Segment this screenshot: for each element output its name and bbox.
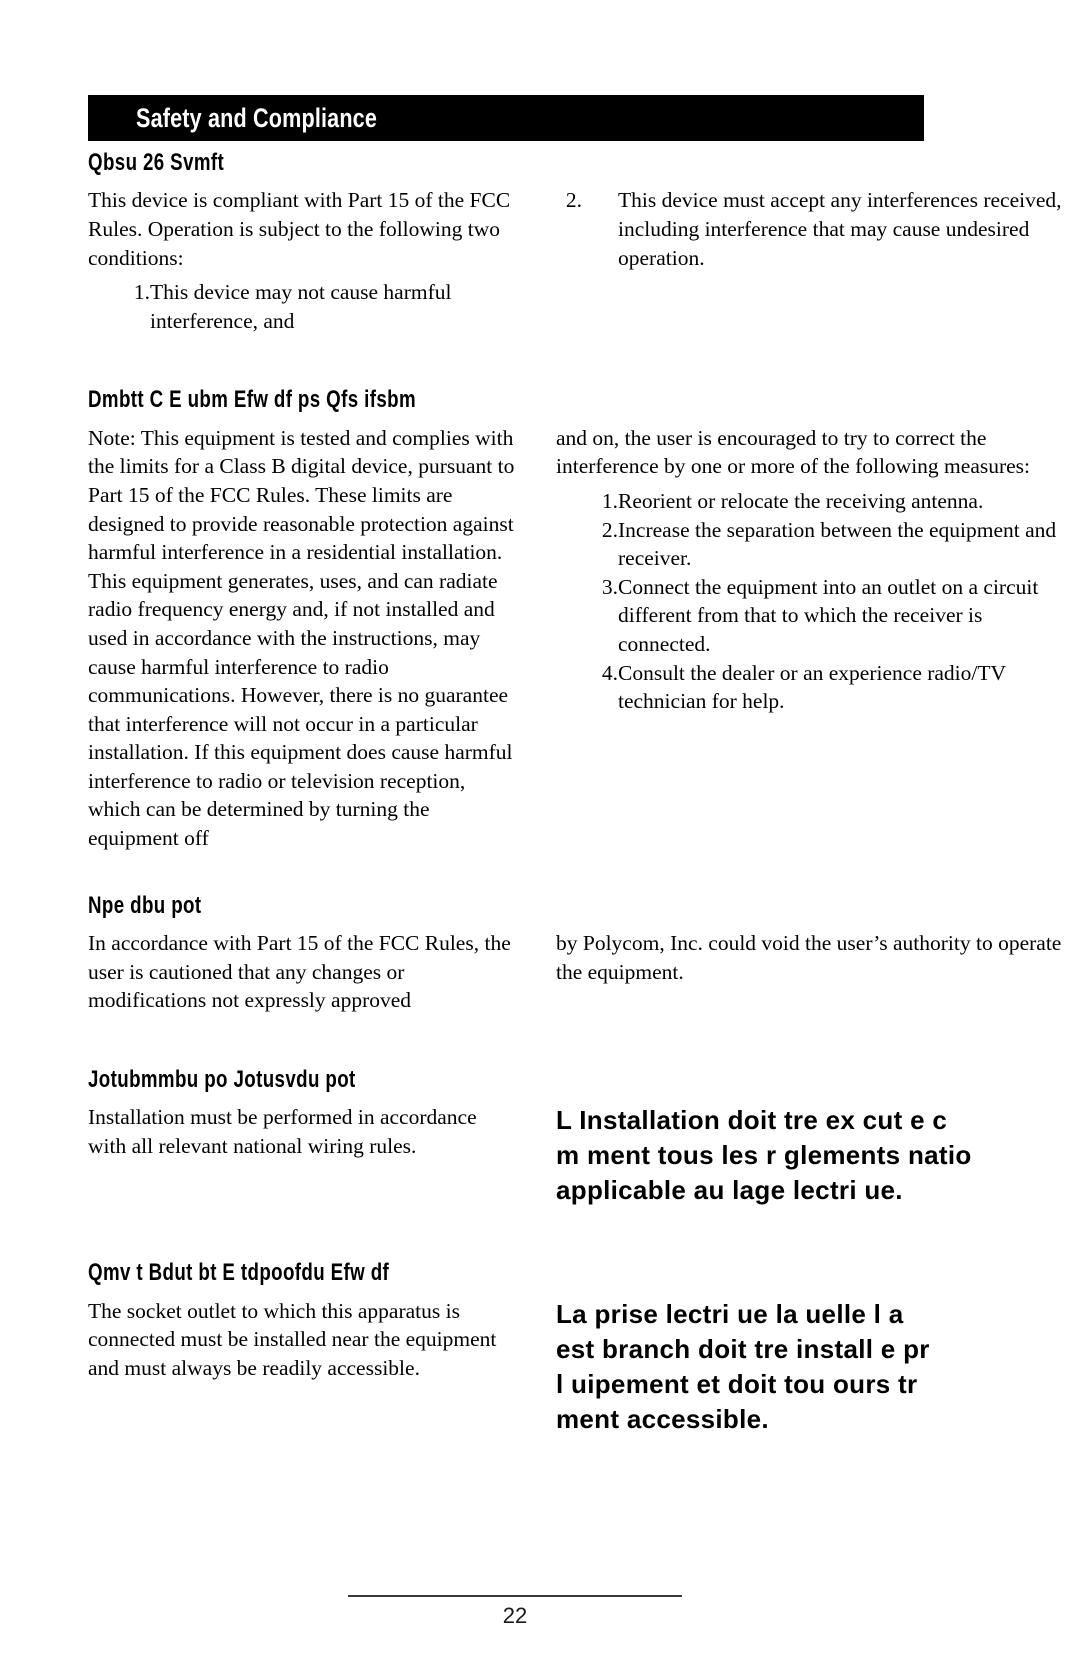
french-warning-line: La prise lectri ue la uelle l a bbox=[556, 1298, 904, 1329]
paragraph: by Polycom, Inc. could void the user’s a… bbox=[556, 931, 1062, 984]
page-content: Qbsu 26 Svmft This device is compliant w… bbox=[88, 149, 1080, 1437]
column-right: and on, the user is encouraged to try to… bbox=[556, 424, 1080, 853]
footer-divider bbox=[348, 1595, 682, 1597]
section-columns: Installation must be performed in accord… bbox=[88, 1103, 1080, 1208]
column-gutter bbox=[518, 1297, 556, 1437]
list-item-text: Reorient or relocate the receiving anten… bbox=[618, 488, 984, 513]
section-part-15-rules: Qbsu 26 Svmft This device is compliant w… bbox=[88, 149, 1080, 335]
french-warning-line: m ment tous les r glements natio bbox=[556, 1140, 972, 1171]
column-gutter bbox=[518, 929, 556, 1015]
column-left: This device is compliant with Part 15 of… bbox=[88, 186, 518, 335]
column-left: Note: This equipment is tested and compl… bbox=[88, 424, 518, 853]
section-heading: Dmbtt C E ubm Efw df ps Qfs ifsbm bbox=[88, 386, 417, 414]
french-warning-line: l uipement et doit tou ours tr bbox=[556, 1368, 918, 1399]
french-warning-line: est branch doit tre install e pr bbox=[556, 1333, 930, 1364]
french-warning-text: La prise lectri ue la uelle l a est bran… bbox=[556, 1297, 1080, 1437]
list-item-text: Increase the separation between the equi… bbox=[618, 517, 1057, 571]
french-warning-line: L Installation doit tre ex cut e c bbox=[556, 1105, 948, 1136]
column-gutter bbox=[518, 1103, 556, 1208]
list-item-text: Consult the dealer or an experience radi… bbox=[618, 660, 1006, 714]
document-page: Safety and Compliance Qbsu 26 Svmft This… bbox=[0, 0, 1080, 1669]
numbered-list: 1. Reorient or relocate the receiving an… bbox=[556, 487, 1080, 716]
list-item-text: Connect the equipment into an outlet on … bbox=[618, 574, 1039, 656]
paragraph: In accordance with Part 15 of the FCC Ru… bbox=[88, 931, 511, 1013]
column-gutter bbox=[518, 424, 556, 853]
list-item-text: This device may not cause harmful interf… bbox=[150, 280, 452, 333]
french-warning-line: applicable au lage lectri ue. bbox=[556, 1175, 903, 1206]
column-right: L Installation doit tre ex cut e c m men… bbox=[556, 1103, 1080, 1208]
paragraph: The socket outlet to which this apparatu… bbox=[88, 1298, 497, 1380]
list-item: 1. Reorient or relocate the receiving an… bbox=[556, 487, 1080, 516]
section-plug-acts-as-disconnect-device: Qmv t Bdut bt E tdpoofdu Efw df The sock… bbox=[88, 1259, 1080, 1437]
section-installation-instructions: Jotubmmbu po Jotusvdu pot Installation m… bbox=[88, 1065, 1080, 1208]
list-item-number: 1. bbox=[133, 280, 150, 305]
section-heading: Npe dbu pot bbox=[88, 891, 202, 919]
paragraph: Note: This equipment is tested and compl… bbox=[88, 425, 515, 851]
section-columns: Note: This equipment is tested and compl… bbox=[88, 424, 1080, 853]
column-left: In accordance with Part 15 of the FCC Ru… bbox=[88, 929, 518, 1015]
list-item-number: 2. bbox=[565, 188, 582, 213]
column-right: 2. This device must accept any interfere… bbox=[556, 186, 1080, 335]
column-left: Installation must be performed in accord… bbox=[88, 1103, 518, 1208]
french-warning-text: L Installation doit tre ex cut e c m men… bbox=[556, 1103, 1080, 1208]
list-item: 3. Connect the equipment into an outlet … bbox=[556, 573, 1080, 659]
numbered-list: 1. This device may not cause harmful int… bbox=[88, 278, 518, 335]
page-number: 22 bbox=[502, 1603, 528, 1628]
paragraph: and on, the user is encouraged to try to… bbox=[556, 425, 1031, 479]
list-item-text: This device must accept any interference… bbox=[618, 188, 1062, 270]
column-gutter bbox=[518, 186, 556, 335]
section-heading: Jotubmmbu po Jotusvdu pot bbox=[88, 1065, 356, 1093]
french-warning-line: ment accessible. bbox=[556, 1403, 769, 1434]
section-heading: Qbsu 26 Svmft bbox=[88, 149, 225, 176]
list-item: 1. This device may not cause harmful int… bbox=[88, 278, 518, 335]
list-item: 4. Consult the dealer or an experience r… bbox=[556, 659, 1080, 716]
section-columns: This device is compliant with Part 15 of… bbox=[88, 186, 1080, 335]
list-item-number: 3. bbox=[601, 574, 618, 599]
column-right: by Polycom, Inc. could void the user’s a… bbox=[556, 929, 1080, 1015]
section-class-b-digital-device: Dmbtt C E ubm Efw df ps Qfs ifsbm Note: … bbox=[88, 386, 1080, 853]
section-heading: Qmv t Bdut bt E tdpoofdu Efw df bbox=[88, 1259, 390, 1287]
paragraph: Installation must be performed in accord… bbox=[88, 1105, 477, 1158]
column-right: La prise lectri ue la uelle l a est bran… bbox=[556, 1297, 1080, 1437]
numbered-list: 2. This device must accept any interfere… bbox=[556, 186, 1080, 272]
list-item-number: 1. bbox=[601, 488, 618, 513]
column-left: The socket outlet to which this apparatu… bbox=[88, 1297, 518, 1437]
section-columns: In accordance with Part 15 of the FCC Ru… bbox=[88, 929, 1080, 1015]
list-item-number: 4. bbox=[601, 660, 618, 685]
list-item: 2. Increase the separation between the e… bbox=[556, 516, 1080, 573]
list-item-number: 2. bbox=[601, 517, 618, 542]
page-header-title: Safety and Compliance bbox=[136, 102, 378, 133]
section-modifications: Npe dbu pot In accordance with Part 15 o… bbox=[88, 891, 1080, 1015]
paragraph: This device is compliant with Part 15 of… bbox=[88, 188, 511, 270]
list-item: 2. This device must accept any interfere… bbox=[556, 186, 1080, 272]
section-columns: The socket outlet to which this apparatu… bbox=[88, 1297, 1080, 1437]
page-header-banner: Safety and Compliance bbox=[88, 95, 924, 141]
